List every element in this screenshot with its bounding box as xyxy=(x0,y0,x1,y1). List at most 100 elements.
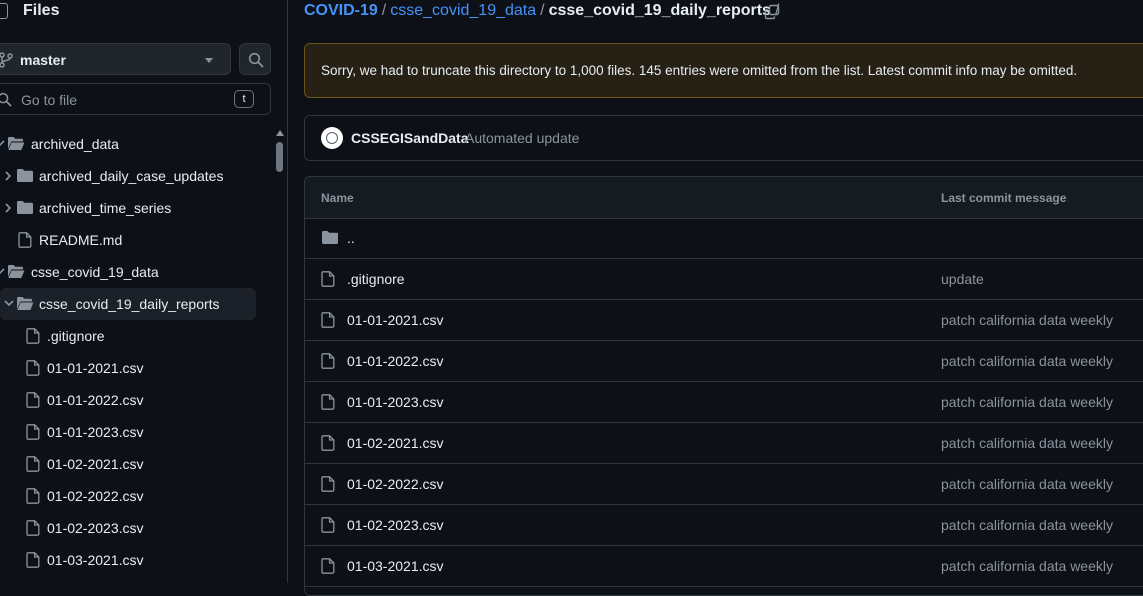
file-icon xyxy=(18,232,32,248)
files-title: Files xyxy=(23,2,60,19)
commit-message-link[interactable]: patch california data weekly xyxy=(941,558,1113,574)
commit-author-link[interactable]: CSSEGISandData xyxy=(351,130,468,146)
scroll-up-arrow-icon[interactable] xyxy=(276,130,284,136)
table-row[interactable]: 01-03-2021.csv patch california data week… xyxy=(305,546,1143,587)
file-icon xyxy=(321,558,335,574)
breadcrumb-separator: / xyxy=(540,2,545,19)
commit-message-link[interactable]: patch california data weekly xyxy=(941,517,1113,533)
file-name-link[interactable]: 01-02-2022.csv xyxy=(347,476,444,492)
commit-message-link[interactable]: patch california data weekly xyxy=(941,476,1113,492)
breadcrumb-current: csse_covid_19_daily_reports xyxy=(548,2,771,19)
tree-item-label: 01-02-2023.csv xyxy=(47,520,144,536)
chevron-down-icon[interactable] xyxy=(0,139,5,147)
avatar[interactable] xyxy=(321,127,343,149)
column-header-commit-message: Last commit message xyxy=(941,191,1067,205)
table-row[interactable]: .gitignore update xyxy=(305,259,1143,300)
tree-item-file[interactable]: 01-03-2021.csv xyxy=(0,544,256,576)
table-row[interactable]: 01-01-2023.csv patch california data week… xyxy=(305,382,1143,423)
files-header: Files xyxy=(0,0,287,26)
tree-scrollbar[interactable] xyxy=(273,128,286,583)
tree-item-folder[interactable]: archived_time_series xyxy=(0,192,256,224)
git-branch-icon xyxy=(0,52,13,68)
tree-item-file[interactable]: 01-01-2021.csv xyxy=(0,352,256,384)
file-icon xyxy=(321,476,335,492)
go-to-file-input[interactable] xyxy=(19,85,233,115)
copy-path-button[interactable] xyxy=(759,0,785,24)
commit-message-link[interactable]: patch california data weekly xyxy=(941,394,1113,410)
folder-icon xyxy=(16,200,34,215)
commit-message-link[interactable]: patch california data weekly xyxy=(941,435,1113,451)
breadcrumb-repo-link[interactable]: COVID-19 xyxy=(304,2,378,19)
column-header-name: Name xyxy=(321,191,354,205)
file-icon xyxy=(321,517,335,533)
go-to-file-field[interactable]: t xyxy=(0,83,271,115)
file-icon xyxy=(321,435,335,451)
file-name-link[interactable]: 01-02-2021.csv xyxy=(347,435,444,451)
branch-name: master xyxy=(20,52,66,68)
table-header: Name Last commit message xyxy=(305,177,1143,219)
commit-message-link[interactable]: update xyxy=(941,271,984,287)
file-name-link[interactable]: .. xyxy=(347,230,355,246)
chevron-down-icon xyxy=(205,58,213,63)
file-name-link[interactable]: 01-02-2023.csv xyxy=(347,517,444,533)
latest-commit-bar: CSSEGISandData Automated update xyxy=(304,115,1143,161)
table-row[interactable]: 01-01-2021.csv patch california data week… xyxy=(305,300,1143,341)
tree-item-label: csse_covid_19_data xyxy=(31,264,159,280)
tree-item-file[interactable]: 01-02-2022.csv xyxy=(0,480,256,512)
keyboard-shortcut-hint: t xyxy=(234,90,254,108)
branch-selector-button[interactable]: master xyxy=(0,43,231,75)
file-icon xyxy=(26,328,40,344)
folder-open-icon xyxy=(16,296,34,311)
tree-item-file[interactable]: .gitignore xyxy=(0,320,256,352)
table-row[interactable]: .. xyxy=(305,218,1143,259)
tree-item-label: 01-01-2022.csv xyxy=(47,392,144,408)
file-name-link[interactable]: 01-01-2023.csv xyxy=(347,394,444,410)
search-files-button[interactable] xyxy=(239,43,271,75)
file-icon xyxy=(26,488,40,504)
tree-item-folder[interactable]: csse_covid_19_data xyxy=(0,256,256,288)
file-name-link[interactable]: 01-01-2022.csv xyxy=(347,353,444,369)
commit-message-link[interactable]: Automated update xyxy=(465,130,579,146)
tree-item-label: .gitignore xyxy=(47,328,105,344)
file-tree-sidebar: Files master t archived_dataa xyxy=(0,0,288,583)
file-icon xyxy=(26,424,40,440)
file-icon xyxy=(321,394,335,410)
file-name-link[interactable]: 01-03-2021.csv xyxy=(347,558,444,574)
tree-item-label: README.md xyxy=(39,232,123,248)
table-row[interactable]: 01-02-2023.csv patch california data week… xyxy=(305,505,1143,546)
table-row[interactable]: 01-01-2022.csv patch california data week… xyxy=(305,341,1143,382)
chevron-right-icon[interactable] xyxy=(4,171,12,181)
file-icon xyxy=(321,353,335,369)
file-name-link[interactable]: .gitignore xyxy=(347,271,405,287)
tree-item-file[interactable]: README.md xyxy=(0,224,256,256)
table-row[interactable]: 01-02-2022.csv patch california data week… xyxy=(305,464,1143,505)
tree-item-file[interactable]: 01-01-2022.csv xyxy=(0,384,256,416)
tree-item-folder[interactable]: archived_daily_case_updates xyxy=(0,160,256,192)
chevron-down-icon[interactable] xyxy=(4,299,14,307)
file-icon xyxy=(26,552,40,568)
file-name-link[interactable]: 01-01-2021.csv xyxy=(347,312,444,328)
table-row[interactable]: 01-02-2021.csv patch california data week… xyxy=(305,423,1143,464)
tree-item-label: 01-01-2021.csv xyxy=(47,360,144,376)
search-icon xyxy=(0,92,12,107)
file-icon xyxy=(26,520,40,536)
copy-icon xyxy=(764,4,780,20)
tree-item-file[interactable]: 01-01-2023.csv xyxy=(0,416,256,448)
scrollbar-thumb[interactable] xyxy=(276,142,283,172)
tree-item-file[interactable]: 01-02-2023.csv xyxy=(0,512,256,544)
commit-message-link[interactable]: patch california data weekly xyxy=(941,353,1113,369)
tree-item-folder[interactable]: archived_data xyxy=(0,128,256,160)
file-table: Name Last commit message .. .gitignore upd… xyxy=(304,176,1143,596)
chevron-down-icon[interactable] xyxy=(0,267,5,275)
breadcrumb-parent-link[interactable]: csse_covid_19_data xyxy=(390,2,536,19)
search-icon xyxy=(248,52,264,68)
chevron-right-icon[interactable] xyxy=(4,203,12,213)
file-icon xyxy=(26,392,40,408)
tree-item-file[interactable]: 01-02-2021.csv xyxy=(0,448,256,480)
folder-icon xyxy=(16,168,34,183)
commit-message-link[interactable]: patch california data weekly xyxy=(941,312,1113,328)
folder-open-icon xyxy=(7,136,25,151)
tree-item-folder[interactable]: csse_covid_19_daily_reports xyxy=(0,288,256,320)
side-panel-icon[interactable] xyxy=(0,3,8,19)
tree-item-label: archived_daily_case_updates xyxy=(39,168,224,184)
